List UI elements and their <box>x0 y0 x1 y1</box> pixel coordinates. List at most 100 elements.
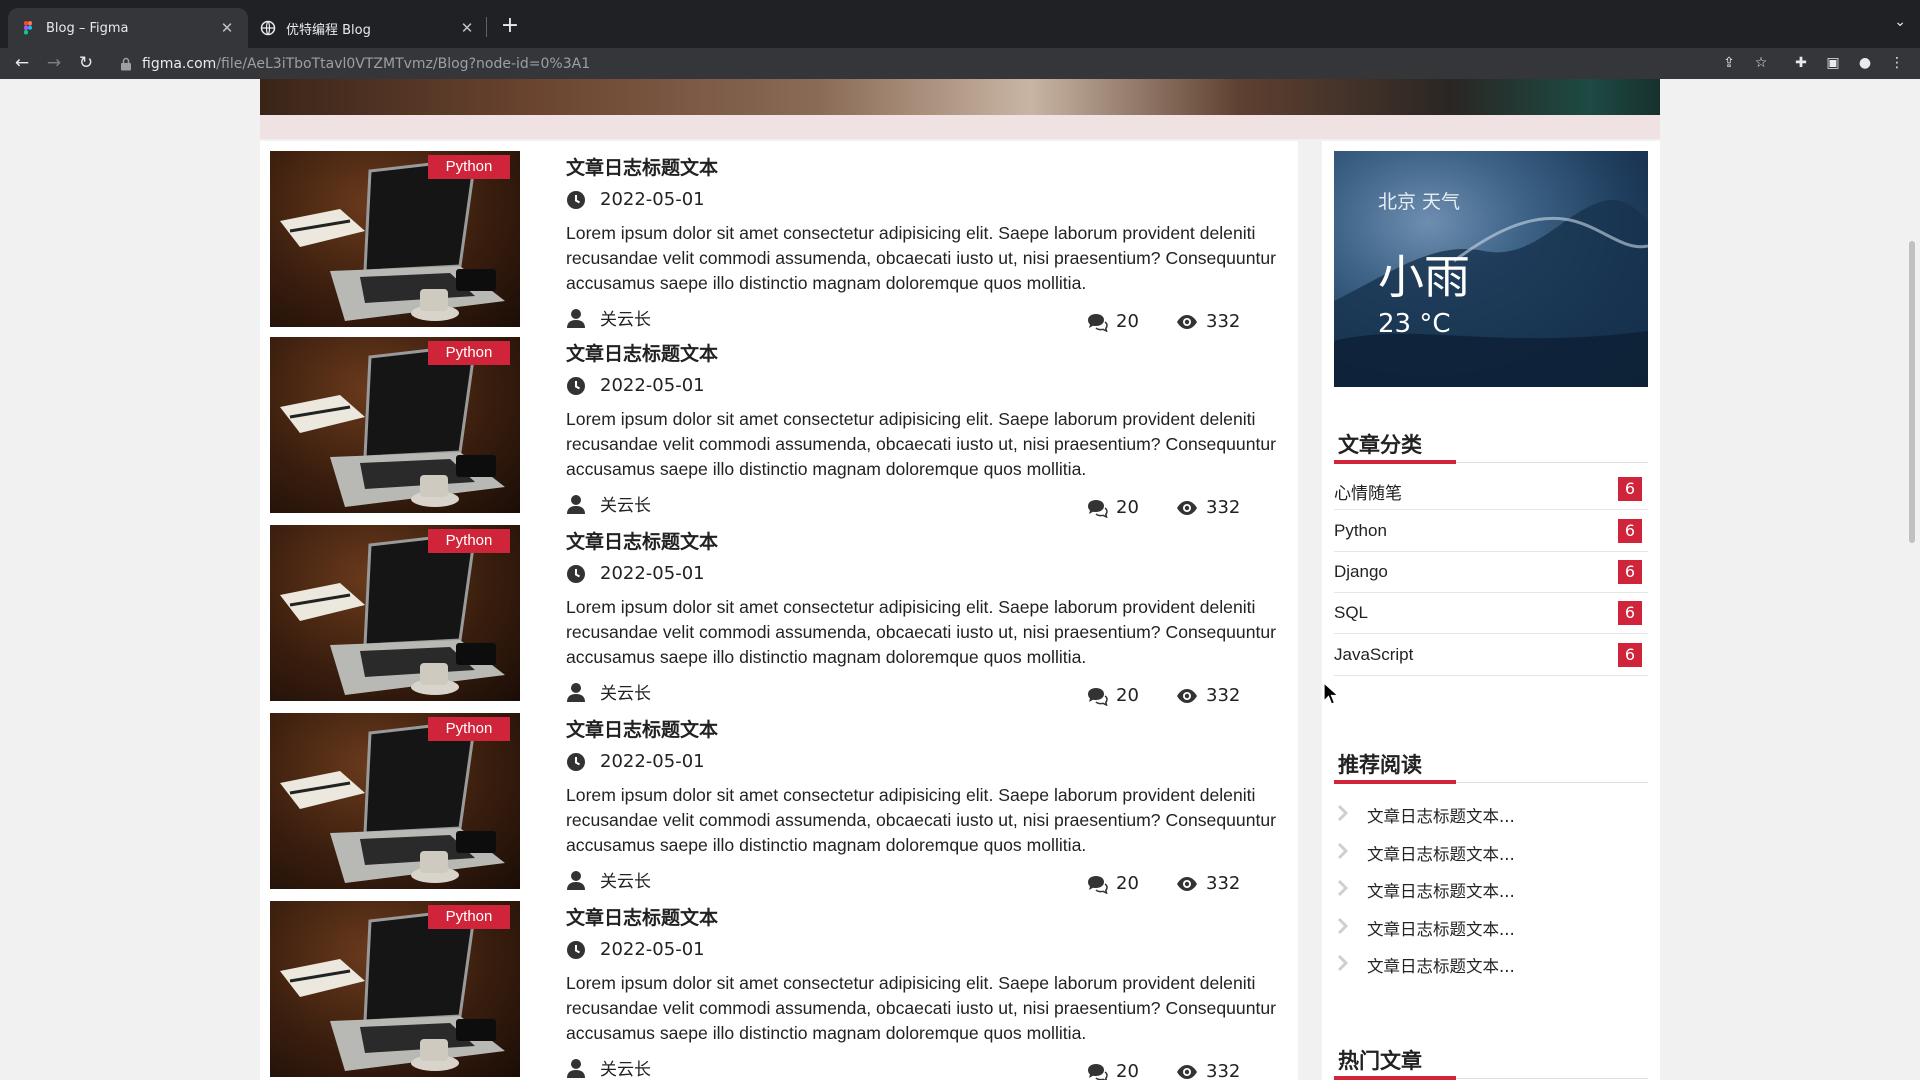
globe-icon <box>260 20 276 36</box>
post-date: 2022-05-01 <box>566 189 705 210</box>
category-tag[interactable]: Python <box>428 529 510 553</box>
post-title[interactable]: 文章日志标题文本 <box>566 715 718 742</box>
category-tag[interactable]: Python <box>428 717 510 741</box>
post-comments: 20 <box>1086 497 1139 518</box>
profile-avatar-icon[interactable]: ● <box>1854 52 1876 74</box>
category-tag[interactable]: Python <box>428 155 510 179</box>
back-arrow-icon[interactable]: ← <box>10 52 34 76</box>
comments-icon <box>1088 1063 1108 1080</box>
category-row[interactable]: Django 6 <box>1334 552 1648 593</box>
chevron-right-icon <box>1337 954 1349 972</box>
recommended-link[interactable]: 文章日志标题文本... <box>1367 841 1515 865</box>
heading-underline <box>1334 1076 1456 1080</box>
post-item[interactable]: Python 文章日志标题文本 2022-05-01 Lorem ipsum d… <box>270 713 1280 894</box>
tab-blog[interactable]: 优特编程 Blog ✕ <box>248 8 488 48</box>
recommended-item[interactable]: 文章日志标题文本... <box>1334 874 1648 906</box>
comments-icon <box>1088 875 1108 894</box>
recommended-link[interactable]: 文章日志标题文本... <box>1367 953 1515 977</box>
post-comment-count: 20 <box>1116 311 1139 332</box>
category-row[interactable]: 心情随笔 6 <box>1334 469 1648 510</box>
reload-icon[interactable]: ↻ <box>74 52 98 76</box>
post-title[interactable]: 文章日志标题文本 <box>566 153 718 180</box>
post-comments: 20 <box>1086 1061 1139 1080</box>
recommended-link[interactable]: 文章日志标题文本... <box>1367 878 1515 902</box>
post-author-name: 关云长 <box>600 872 651 892</box>
category-name[interactable]: SQL <box>1334 603 1368 623</box>
category-count-badge: 6 <box>1618 519 1642 543</box>
recommended-item[interactable]: 文章日志标题文本... <box>1334 912 1648 944</box>
post-date: 2022-05-01 <box>566 751 705 772</box>
recommended-item[interactable]: 文章日志标题文本... <box>1334 949 1648 981</box>
weather-condition: 小雨 <box>1378 250 1470 304</box>
post-author: 关云长 <box>566 305 651 330</box>
scrollbar-thumb[interactable] <box>1909 241 1915 543</box>
new-tab-button[interactable]: + <box>496 13 524 41</box>
forward-arrow-icon[interactable]: → <box>42 52 66 76</box>
post-date: 2022-05-01 <box>566 939 705 960</box>
category-tag[interactable]: Python <box>428 905 510 929</box>
clock-icon <box>567 940 585 959</box>
category-name[interactable]: 心情随笔 <box>1334 479 1402 504</box>
post-date: 2022-05-01 <box>566 375 705 396</box>
category-row[interactable]: Python 6 <box>1334 511 1648 552</box>
post-excerpt: Lorem ipsum dolor sit amet consectetur a… <box>566 409 1277 479</box>
category-name[interactable]: Python <box>1334 521 1387 541</box>
hot-articles-heading: 热门文章 <box>1334 1041 1648 1080</box>
comments-icon <box>1088 499 1108 518</box>
category-row[interactable]: JavaScript 6 <box>1334 635 1648 676</box>
extensions-puzzle-icon[interactable]: ✚ <box>1790 52 1812 74</box>
post-item[interactable]: Python 文章日志标题文本 2022-05-01 Lorem ipsum d… <box>270 337 1280 518</box>
category-tag[interactable]: Python <box>428 341 510 365</box>
post-comment-count: 20 <box>1116 873 1139 894</box>
clock-icon <box>567 752 585 771</box>
tab-search-chevron-icon[interactable]: ⌄ <box>1894 14 1906 30</box>
user-icon <box>567 494 585 514</box>
post-title[interactable]: 文章日志标题文本 <box>566 903 718 930</box>
url-host: figma.com <box>142 55 217 72</box>
post-excerpt: Lorem ipsum dolor sit amet consectetur a… <box>566 785 1277 855</box>
post-title[interactable]: 文章日志标题文本 <box>566 527 718 554</box>
post-thumbnail[interactable]: Python <box>270 525 520 701</box>
bookmark-star-icon[interactable]: ☆ <box>1750 52 1772 74</box>
post-item[interactable]: Python 文章日志标题文本 2022-05-01 Lorem ipsum d… <box>270 525 1280 706</box>
user-icon <box>567 308 585 328</box>
tab-close-icon[interactable]: ✕ <box>218 19 236 37</box>
chevron-right-icon <box>1337 917 1349 935</box>
address-bar[interactable]: figma.com/file/AeL3iTboTtavl0VTZMTvmz/Bl… <box>110 49 1720 78</box>
recommended-item[interactable]: 文章日志标题文本... <box>1334 837 1648 869</box>
side-panel-icon[interactable]: ▣ <box>1822 52 1844 74</box>
post-date-text: 2022-05-01 <box>600 939 705 960</box>
page-scrollbar[interactable] <box>1906 79 1920 1080</box>
banner-spacer <box>260 115 1660 139</box>
tab-title: Blog – Figma <box>46 20 129 36</box>
post-thumbnail[interactable]: Python <box>270 151 520 327</box>
recommended-item[interactable]: 文章日志标题文本... <box>1334 799 1648 831</box>
post-item[interactable]: Python 文章日志标题文本 2022-05-01 Lorem ipsum d… <box>270 151 1280 332</box>
post-views: 332 <box>1176 497 1240 518</box>
category-name[interactable]: JavaScript <box>1334 645 1413 665</box>
tab-close-icon[interactable]: ✕ <box>458 19 476 37</box>
category-name[interactable]: Django <box>1334 562 1388 582</box>
post-date: 2022-05-01 <box>566 563 705 584</box>
post-excerpt: Lorem ipsum dolor sit amet consectetur a… <box>566 597 1277 667</box>
browser-menu-icon[interactable]: ⋮ <box>1886 52 1908 74</box>
post-thumbnail[interactable]: Python <box>270 337 520 513</box>
post-thumbnail[interactable]: Python <box>270 901 520 1077</box>
post-item[interactable]: Python 文章日志标题文本 2022-05-01 Lorem ipsum d… <box>270 901 1280 1080</box>
recommended-link[interactable]: 文章日志标题文本... <box>1367 803 1515 827</box>
sidebar: 北京 天气 小雨 23 °C 文章分类 心情随笔 6 Python 6 Djan… <box>1322 141 1660 1080</box>
post-date-text: 2022-05-01 <box>600 189 705 210</box>
post-excerpt: Lorem ipsum dolor sit amet consectetur a… <box>566 973 1277 1043</box>
recommended-link[interactable]: 文章日志标题文本... <box>1367 916 1515 940</box>
user-icon <box>567 682 585 702</box>
post-list: Python 文章日志标题文本 2022-05-01 Lorem ipsum d… <box>260 141 1298 1080</box>
post-title[interactable]: 文章日志标题文本 <box>566 339 718 366</box>
tab-figma[interactable]: Blog – Figma ✕ <box>8 8 248 48</box>
post-author: 关云长 <box>566 491 651 516</box>
mouse-cursor-icon <box>1323 682 1340 705</box>
category-row[interactable]: SQL 6 <box>1334 593 1648 634</box>
share-icon[interactable]: ⇪ <box>1718 52 1740 74</box>
tab-separator <box>486 17 487 37</box>
post-thumbnail[interactable]: Python <box>270 713 520 889</box>
weather-city: 北京 天气 <box>1378 191 1461 213</box>
